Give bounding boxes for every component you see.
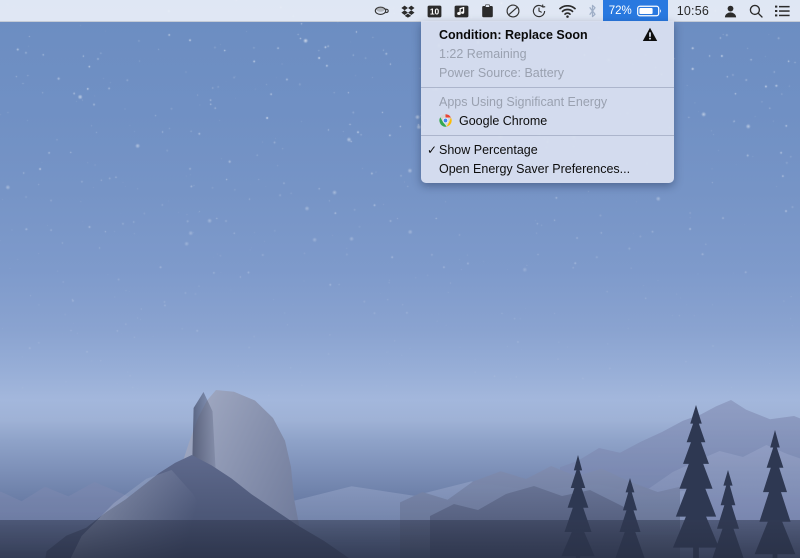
battery-time-remaining-row: 1:22 Remaining xyxy=(421,44,674,63)
menu-bar: 10 xyxy=(0,0,800,22)
time-machine-icon[interactable] xyxy=(526,0,553,22)
battery-status-item[interactable]: 72% xyxy=(603,0,668,22)
battery-percent-label: 72% xyxy=(609,5,632,17)
battery-condition-row: Condition: Replace Soon xyxy=(421,25,674,44)
spotlight-search-icon[interactable] xyxy=(743,0,769,22)
menu-item-show-percentage[interactable]: ✓ Show Percentage xyxy=(421,140,674,159)
checkmark-icon: ✓ xyxy=(427,144,437,156)
battery-icon xyxy=(637,5,662,17)
bluetooth-icon[interactable] xyxy=(582,0,603,22)
battery-status-menu: Condition: Replace Soon 1:22 Remaining P… xyxy=(421,21,674,183)
apps-using-energy-label: Apps Using Significant Energy xyxy=(439,95,607,109)
user-account-icon[interactable] xyxy=(718,0,743,22)
calendar-day-icon[interactable]: 10 xyxy=(421,0,448,22)
wifi-icon[interactable] xyxy=(553,0,582,22)
battery-power-source-row: Power Source: Battery xyxy=(421,63,674,82)
battery-condition-label: Condition: Replace Soon xyxy=(439,28,588,42)
menu-bar-clock[interactable]: 10:56 xyxy=(668,0,718,22)
menu-item-open-energy-saver-preferences[interactable]: Open Energy Saver Preferences... xyxy=(421,159,674,178)
desktop-wallpaper xyxy=(0,0,800,558)
menu-item-google-chrome-label: Google Chrome xyxy=(459,114,547,128)
apps-using-energy-title-row: Apps Using Significant Energy xyxy=(421,92,674,111)
menu-item-google-chrome[interactable]: Google Chrome xyxy=(421,111,674,130)
battery-power-source-label: Power Source: Battery xyxy=(439,66,564,80)
dropbox-icon[interactable] xyxy=(395,0,421,22)
do-not-disturb-icon[interactable] xyxy=(500,0,526,22)
desktop-screen: 10 xyxy=(0,0,800,558)
clipboard-icon[interactable] xyxy=(475,0,500,22)
battery-time-remaining-label: 1:22 Remaining xyxy=(439,47,527,61)
caffeine-icon[interactable] xyxy=(368,0,395,22)
warning-triangle-icon xyxy=(642,27,658,42)
google-chrome-icon xyxy=(439,114,452,127)
music-note-icon[interactable] xyxy=(448,0,475,22)
menu-separator xyxy=(421,87,674,88)
notification-center-icon[interactable] xyxy=(769,0,800,22)
menu-item-show-percentage-label: Show Percentage xyxy=(439,143,538,157)
menu-item-open-energy-saver-preferences-label: Open Energy Saver Preferences... xyxy=(439,162,630,176)
menu-separator xyxy=(421,135,674,136)
foreground-base xyxy=(0,520,800,558)
calendar-day-number: 10 xyxy=(430,6,440,16)
